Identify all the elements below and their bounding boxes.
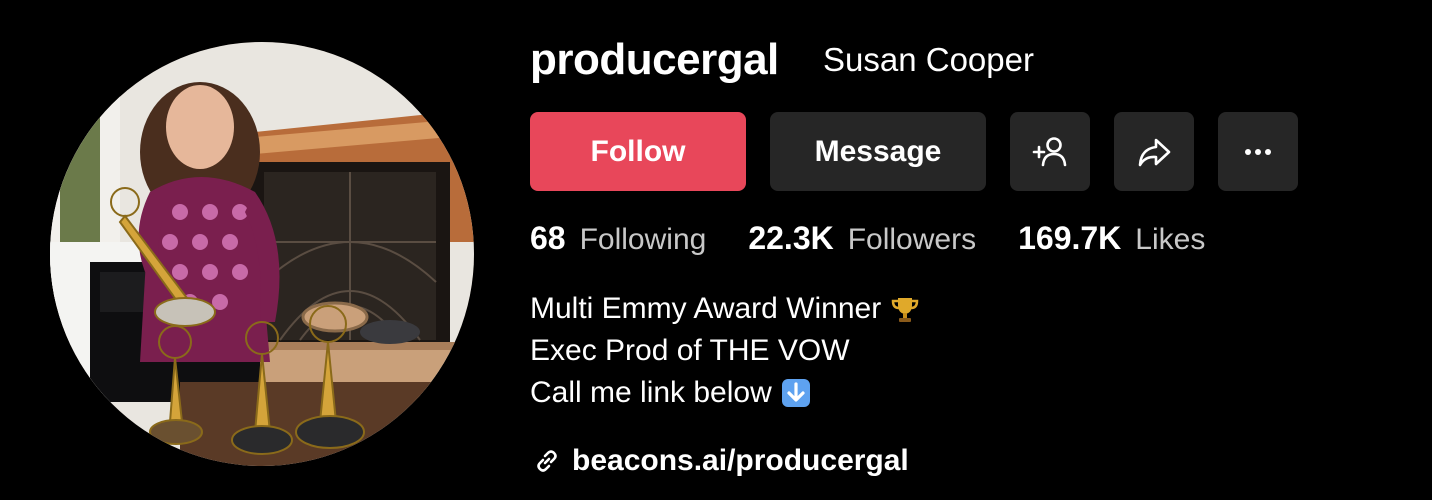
link-text[interactable]: beacons.ai/producergal	[572, 444, 909, 478]
stat-following[interactable]: 68 Following	[530, 220, 706, 257]
bio-line: Exec Prod of THE VOW	[530, 330, 921, 372]
following-count: 68	[530, 220, 566, 256]
profile-stats: 68 Following 22.3K Followers 169.7K Like…	[530, 220, 1247, 264]
down-arrow-icon	[780, 377, 812, 409]
more-icon	[1245, 148, 1271, 155]
display-name: Susan Cooper	[823, 41, 1034, 78]
username: producergal	[530, 35, 779, 84]
bio-text: Exec Prod of THE VOW	[530, 334, 850, 367]
followers-label: Followers	[847, 223, 977, 256]
likes-label: Likes	[1135, 223, 1206, 256]
bio-line: Multi Emmy Award Winner	[530, 288, 921, 330]
profile-avatar[interactable]	[50, 42, 474, 466]
profile-link[interactable]: beacons.ai/producergal	[532, 440, 909, 482]
followers-count: 22.3K	[748, 220, 834, 256]
trophy-icon	[889, 293, 921, 325]
add-friend-button[interactable]	[1010, 112, 1090, 191]
avatar-photo	[50, 42, 474, 466]
following-label: Following	[579, 223, 707, 256]
add-friend-icon	[1032, 136, 1067, 166]
bio-line: Call me link below	[530, 372, 921, 414]
follow-button[interactable]: Follow	[530, 112, 746, 191]
share-button[interactable]	[1114, 112, 1194, 191]
share-icon	[1138, 138, 1171, 166]
more-options-button[interactable]	[1218, 112, 1298, 191]
stat-likes: 169.7K Likes	[1018, 220, 1205, 257]
bio-text: Multi Emmy Award Winner	[530, 292, 882, 325]
link-icon	[537, 450, 557, 472]
stat-followers[interactable]: 22.3K Followers	[748, 220, 976, 257]
profile-bio: Multi Emmy Award Winner Exec Prod of THE…	[530, 288, 921, 414]
likes-count: 169.7K	[1018, 220, 1122, 256]
bio-text: Call me link below	[530, 376, 772, 409]
message-button[interactable]: Message	[770, 112, 986, 191]
